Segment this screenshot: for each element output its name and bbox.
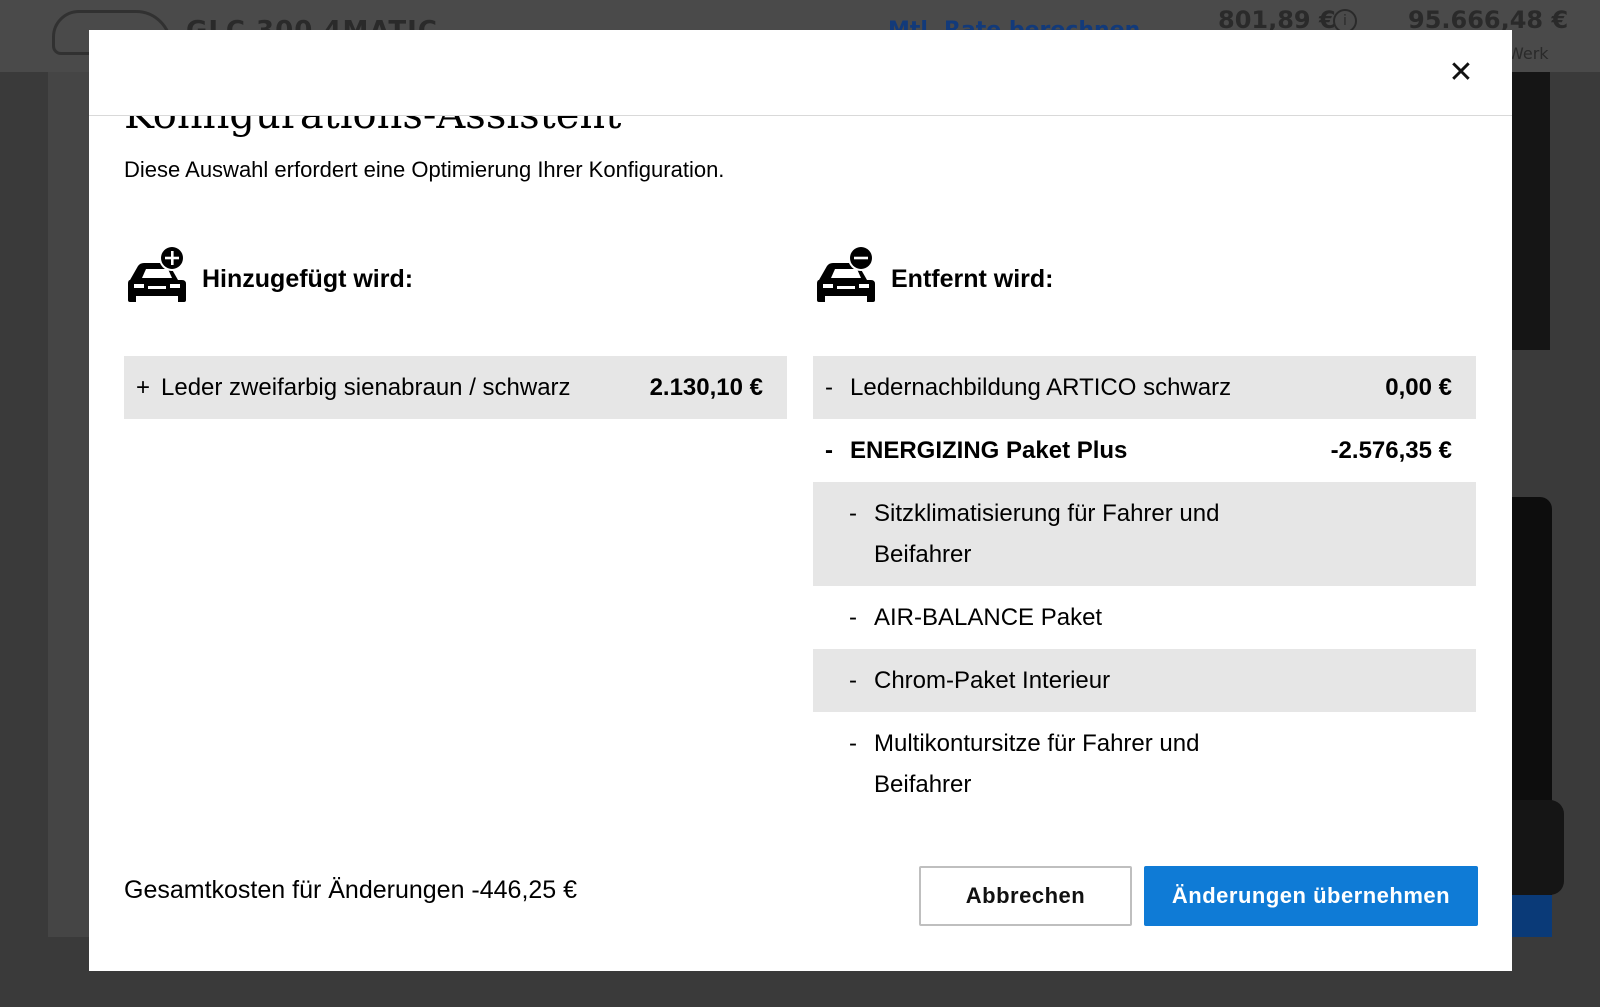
package-sub-item: - AIR-BALANCE Paket bbox=[813, 586, 1476, 649]
item-name: AIR-BALANCE Paket bbox=[874, 604, 1103, 631]
item-sign: - bbox=[825, 374, 833, 401]
dialog-subtitle: Diese Auswahl erfordert eine Optimierung… bbox=[124, 157, 725, 182]
removed-list: - Ledernachbildung ARTICO schwarz 0,00 €… bbox=[813, 356, 1476, 816]
car-minus-icon bbox=[813, 244, 879, 306]
item-price: 2.130,10 € bbox=[649, 374, 763, 401]
item-name: ENERGIZING Paket Plus bbox=[850, 437, 1128, 464]
item-name: Ledernachbildung ARTICO schwarz bbox=[850, 374, 1232, 401]
item-name: Leder zweifarbig sienabraun / schwarz bbox=[161, 374, 571, 401]
added-list: + Leder zweifarbig sienabraun / schwarz … bbox=[124, 356, 787, 419]
configuration-assistant-dialog: ✕ Konfigurations-Assistent Diese Auswahl… bbox=[89, 30, 1512, 971]
package-sub-item: - Multikontursitze für Fahrer und Beifah… bbox=[813, 712, 1476, 816]
item-sign: - bbox=[849, 500, 857, 527]
item-sign: - bbox=[849, 604, 857, 631]
item-price: -2.576,35 € bbox=[1330, 437, 1452, 464]
item-sign: + bbox=[136, 374, 151, 401]
total-change-cost: Gesamtkosten für Änderungen -446,25 € bbox=[124, 876, 578, 904]
removed-header: Entfernt wird: bbox=[813, 230, 1476, 320]
added-column: Hinzugefügt wird: + Leder zweifarbig sie… bbox=[124, 230, 787, 419]
list-item: + Leder zweifarbig sienabraun / schwarz … bbox=[124, 356, 787, 419]
list-item: - Ledernachbildung ARTICO schwarz 0,00 € bbox=[813, 356, 1476, 419]
apply-changes-button[interactable]: Änderungen übernehmen bbox=[1144, 866, 1478, 926]
dialog-topbar: ✕ bbox=[89, 30, 1512, 116]
item-sign: - bbox=[849, 667, 857, 694]
car-plus-icon bbox=[124, 244, 190, 306]
item-sign: - bbox=[849, 730, 857, 757]
item-name: Chrom-Paket Interieur bbox=[874, 667, 1111, 694]
close-icon[interactable]: ✕ bbox=[1444, 56, 1478, 90]
added-header: Hinzugefügt wird: bbox=[124, 230, 787, 320]
total-price-note: Werk bbox=[1508, 44, 1549, 63]
item-sign: - bbox=[825, 437, 833, 464]
item-name: Multikontursitze für Fahrer und Beifahre… bbox=[874, 730, 1200, 798]
added-header-label: Hinzugefügt wird: bbox=[202, 264, 414, 293]
removed-header-label: Entfernt wird: bbox=[891, 264, 1054, 293]
package-sub-item: - Sitzklimatisierung für Fahrer und Beif… bbox=[813, 482, 1476, 586]
package-item: - ENERGIZING Paket Plus -2.576,35 € bbox=[813, 419, 1476, 482]
item-name: Sitzklimatisierung für Fahrer und Beifah… bbox=[874, 500, 1220, 568]
cancel-button[interactable]: Abbrechen bbox=[919, 866, 1132, 926]
package-sub-item: - Chrom-Paket Interieur bbox=[813, 649, 1476, 712]
item-price: 0,00 € bbox=[1385, 374, 1452, 401]
removed-column: Entfernt wird: - Ledernachbildung ARTICO… bbox=[813, 230, 1476, 816]
